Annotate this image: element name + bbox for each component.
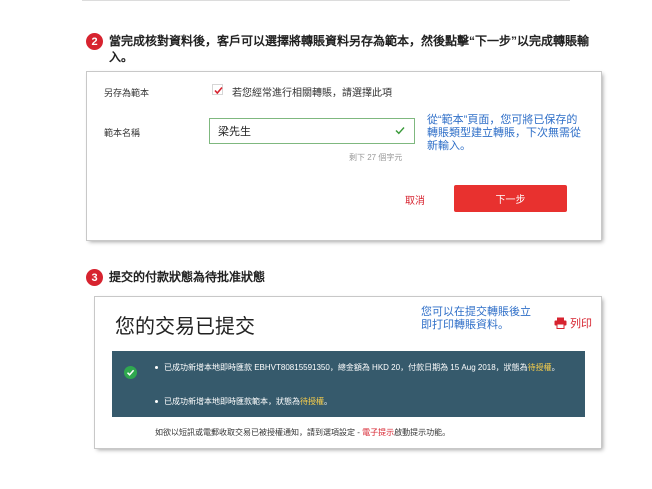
template-message-end: 。 (324, 397, 332, 406)
template-status: 待授權 (300, 397, 324, 406)
check-icon (126, 369, 135, 376)
template-name-input[interactable] (209, 118, 415, 144)
remaining-characters: 剩下 27 個字元 (349, 153, 403, 162)
confirmation-panel: 您的交易已提交 您可以在提交轉賬後立即打印轉賬資料。 列印 已成功新增本地即時匯… (95, 297, 601, 448)
save-template-hint: 若您經常進行相關轉賬，請選擇此項 (232, 88, 392, 99)
transfer-status: 待授權 (527, 363, 552, 372)
step-3-heading: 3 提交的付款狀態為待批准狀態 (86, 269, 606, 286)
valid-check-icon (395, 127, 405, 135)
template-message-text: 已成功新增本地即時匯款範本，狀態為 (164, 397, 300, 406)
transfer-message-end: 。 (551, 363, 560, 372)
print-button[interactable]: 列印 (554, 315, 592, 331)
step-2-number: 2 (86, 33, 103, 50)
success-icon (124, 366, 137, 379)
e-alert-link[interactable]: 電子提示 (362, 428, 394, 437)
step-3-text: 提交的付款狀態為待批准狀態 (109, 270, 266, 284)
print-callout: 您可以在提交轉賬後立即打印轉賬資料。 (421, 306, 531, 331)
printer-icon (554, 317, 567, 329)
top-divider (82, 0, 570, 1)
transfer-message-text: 已成功新增本地即時匯款 EBHVT80815591350，總金額為 HKD 20… (164, 363, 528, 372)
save-template-checkbox[interactable] (212, 84, 223, 95)
step-2-heading: 2 當完成核對資料後，客戶可以選擇將轉賬資料另存為範本，然後點擊“下一步”以完成… (86, 33, 606, 65)
print-label: 列印 (570, 318, 592, 330)
notice-text-before: 如欲以短訊或電郵收取交易已被授權通知，請到選項設定 - (155, 428, 363, 437)
cancel-button[interactable]: 取消 (405, 192, 425, 207)
status-message-transfer: 已成功新增本地即時匯款 EBHVT80815591350，總金額為 HKD 20… (155, 362, 576, 373)
save-template-label: 另存為範本 (104, 88, 150, 98)
template-name-label: 範本名稱 (104, 128, 141, 138)
notification-notice: 如欲以短訊或電郵收取交易已被授權通知，請到選項設定 - 電子提示啟動提示功能。 (155, 427, 450, 438)
checkmark-icon (214, 86, 223, 95)
save-template-panel: 另存為範本 若您經常進行相關轉賬，請選擇此項 範本名稱 剩下 27 個字元 從“… (87, 72, 601, 240)
next-button[interactable]: 下一步 (454, 185, 567, 212)
page-title: 您的交易已提交 (115, 316, 255, 338)
notice-text-after: 啟動提示功能。 (394, 428, 451, 437)
step-3-number: 3 (86, 269, 103, 286)
status-message-template: 已成功新增本地即時匯款範本，狀態為待授權。 (155, 396, 576, 407)
template-callout: 從“範本”頁面，您可將已保存的轉賬類型建立轉賬，下次無需從新輸入。 (427, 114, 581, 152)
step-2-text: 當完成核對資料後，客戶可以選擇將轉賬資料另存為範本，然後點擊“下一步”以完成轉賬… (109, 34, 590, 64)
status-message-box: 已成功新增本地即時匯款 EBHVT80815591350，總金額為 HKD 20… (112, 351, 585, 417)
